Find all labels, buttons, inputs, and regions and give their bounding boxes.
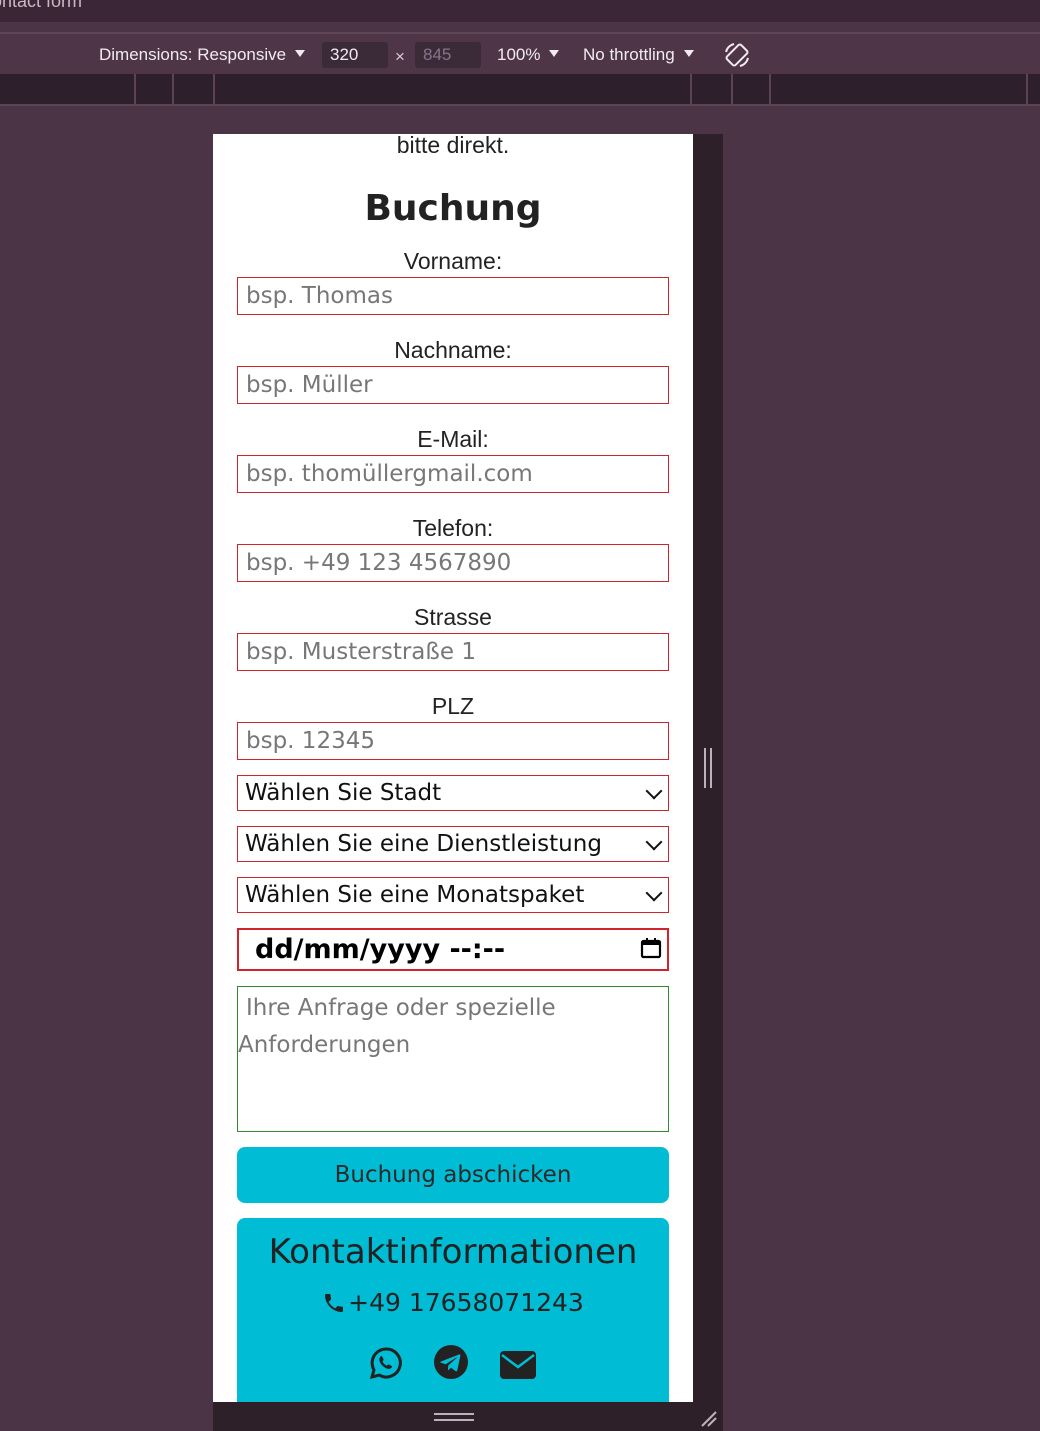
phone-icon xyxy=(325,1294,344,1312)
device-toolbar: Dimensions: Responsive 320 × 845 100% No… xyxy=(0,32,1040,76)
stadt-select-value: Wählen Sie Stadt xyxy=(245,780,442,806)
contact-title: Kontaktinformationen xyxy=(268,1232,638,1272)
zoom-label: 100% xyxy=(497,45,541,64)
monatspaket-select-value: Wählen Sie eine Monatspaket xyxy=(245,882,585,908)
whatsapp-icon[interactable] xyxy=(369,1346,403,1385)
plz-label: PLZ xyxy=(431,693,475,719)
monatspaket-select[interactable]: Wählen Sie eine Monatspaket xyxy=(237,877,669,913)
height-input[interactable]: 845 xyxy=(415,42,481,68)
intro-text: bitte direkt. xyxy=(396,134,510,158)
email-label: E-Mail: xyxy=(417,426,489,452)
resize-handle-right[interactable] xyxy=(704,748,712,788)
email-input[interactable]: bsp. thomüllergmail.com xyxy=(237,455,669,493)
contact-card: Kontaktinformationen +49 17658071243 xyxy=(237,1218,669,1402)
strasse-label: Strasse xyxy=(414,604,492,630)
window-title: ontact form xyxy=(0,0,83,11)
throttling-dropdown[interactable]: No throttling xyxy=(583,45,694,65)
width-input[interactable]: 320 xyxy=(322,42,388,68)
chevron-down-icon xyxy=(683,50,694,58)
vorname-input[interactable]: bsp. Thomas xyxy=(237,277,669,315)
stadt-select[interactable]: Wählen Sie Stadt xyxy=(237,775,669,811)
plz-input[interactable]: bsp. 12345 xyxy=(237,722,669,760)
nachname-input[interactable]: bsp. Müller xyxy=(237,366,669,404)
window-title-bar: ontact form xyxy=(0,0,1040,22)
submit-button[interactable]: Buchung abschicken xyxy=(237,1147,669,1203)
page-title: Buchung xyxy=(364,188,542,229)
chevron-down-icon xyxy=(295,50,306,58)
rotate-icon[interactable] xyxy=(722,40,752,75)
device-viewport: bitte direkt. Buchung Vorname: bsp. Thom… xyxy=(213,134,693,1402)
telegram-icon[interactable] xyxy=(433,1344,469,1385)
datetime-input[interactable]: dd/mm/yyyy --:-- xyxy=(237,928,669,971)
social-links xyxy=(237,1344,669,1385)
dienstleistung-select[interactable]: Wählen Sie eine Dienstleistung xyxy=(237,826,669,862)
textarea-placeholder-line1: Ihre Anfrage oder spezielle xyxy=(246,995,556,1021)
zoom-dropdown[interactable]: 100% xyxy=(497,45,560,65)
chevron-down-icon xyxy=(645,884,663,902)
strasse-input[interactable]: bsp. Musterstraße 1 xyxy=(237,633,669,671)
contact-phone-number: +49 17658071243 xyxy=(348,1288,584,1317)
media-query-ruler[interactable] xyxy=(0,74,1040,106)
telefon-input[interactable]: bsp. +49 123 4567890 xyxy=(237,544,669,582)
dienstleistung-select-value: Wählen Sie eine Dienstleistung xyxy=(245,831,602,857)
throttling-label: No throttling xyxy=(583,45,675,64)
times-symbol: × xyxy=(395,47,405,66)
dimensions-dropdown[interactable]: Dimensions: Responsive xyxy=(99,45,306,65)
contact-phone[interactable]: +49 17658071243 xyxy=(237,1288,669,1317)
chevron-down-icon xyxy=(645,782,663,800)
calendar-icon[interactable] xyxy=(640,937,662,959)
datetime-value: dd/mm/yyyy --:-- xyxy=(255,934,506,965)
vorname-label: Vorname: xyxy=(403,248,503,274)
chevron-down-icon xyxy=(549,50,560,58)
anfrage-textarea[interactable]: Ihre Anfrage oder spezielle Anforderunge… xyxy=(237,986,669,1132)
nachname-label: Nachname: xyxy=(394,337,512,363)
dimensions-label: Dimensions: Responsive xyxy=(99,45,287,64)
mail-icon[interactable] xyxy=(499,1350,537,1385)
textarea-placeholder-line2: Anforderungen xyxy=(238,1032,411,1058)
resize-corner-icon[interactable] xyxy=(698,1408,718,1428)
telefon-label: Telefon: xyxy=(412,515,494,541)
chevron-down-icon xyxy=(645,833,663,851)
resize-handle-bottom[interactable] xyxy=(434,1413,474,1421)
